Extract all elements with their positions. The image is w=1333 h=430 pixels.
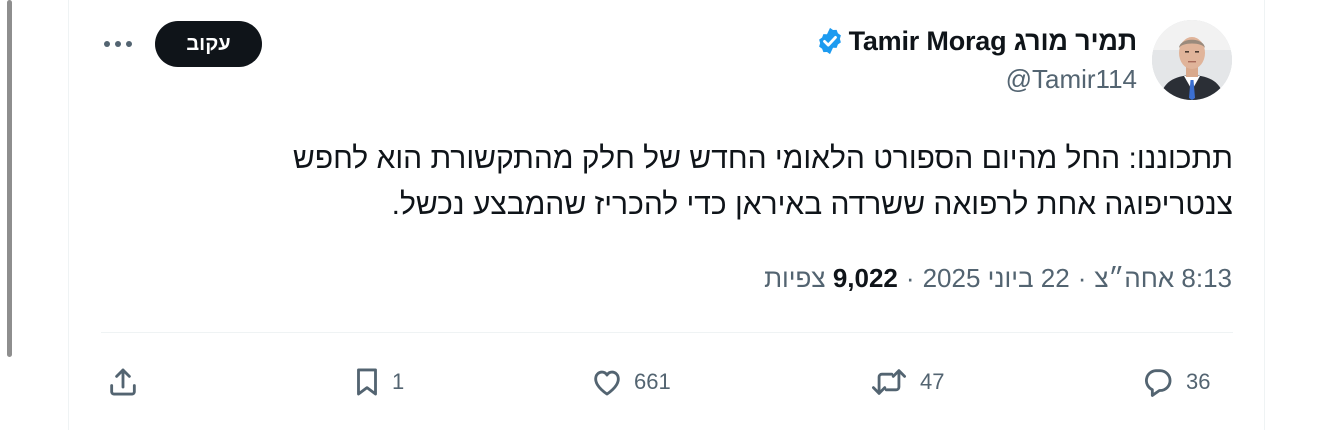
tweet-text: תתכוננו: החל מהיום הספורט הלאומי החדש של… (193, 136, 1233, 228)
bookmark-button[interactable]: 1 (350, 360, 404, 404)
divider (101, 332, 1233, 333)
more-dot (104, 41, 110, 47)
reply-button[interactable]: 36 (1138, 360, 1210, 404)
author-handle[interactable]: @Tamir114 (1006, 64, 1137, 95)
tweet-date[interactable]: 22 ביוני 2025 (923, 263, 1070, 294)
tweet-text-line: תתכוננו: החל מהיום הספורט הלאומי החדש של… (292, 142, 1233, 175)
bookmark-icon (357, 368, 377, 396)
views-count: 9,022 (832, 262, 898, 293)
page-scrollbar[interactable] (7, 0, 12, 357)
more-dot (126, 41, 132, 47)
retweet-count: 47 (920, 369, 945, 394)
more-horizontal-icon[interactable] (104, 36, 136, 52)
views-stat[interactable]: 9,022 צפיות (764, 263, 898, 294)
retweet-icon (872, 369, 906, 395)
avatar-photo (1152, 20, 1232, 100)
tweet-text-line: צנטריפוגה אחת לרפואה ששרדה באיראן כדי לה… (391, 188, 1233, 221)
author-name-row[interactable]: Tamir Morag תמיר מורג (815, 24, 1137, 58)
heart-icon (594, 370, 620, 396)
more-dot (115, 41, 121, 47)
share-button[interactable] (106, 360, 140, 404)
like-button[interactable]: 661 (588, 360, 671, 404)
follow-button[interactable]: עקוב (155, 21, 262, 67)
verified-badge-icon (818, 27, 841, 55)
share-icon (110, 368, 136, 396)
reply-count: 36 (1186, 369, 1211, 394)
tweet-meta: 8:13 אחה״צ · 22 ביוני 2025 · 9,022 צפיות (764, 260, 1232, 296)
bookmark-count: 1 (392, 369, 405, 394)
author-name[interactable]: Tamir Morag תמיר מורג (849, 26, 1138, 57)
avatar[interactable] (1152, 20, 1232, 100)
reply-icon (1145, 369, 1172, 397)
meta-separator: · (905, 262, 915, 293)
views-label: צפיות (764, 262, 826, 293)
like-count: 661 (634, 369, 671, 394)
meta-separator: · (1077, 262, 1087, 293)
retweet-button[interactable]: 47 (866, 360, 944, 404)
tweet-time[interactable]: 8:13 אחה״צ (1094, 263, 1232, 294)
